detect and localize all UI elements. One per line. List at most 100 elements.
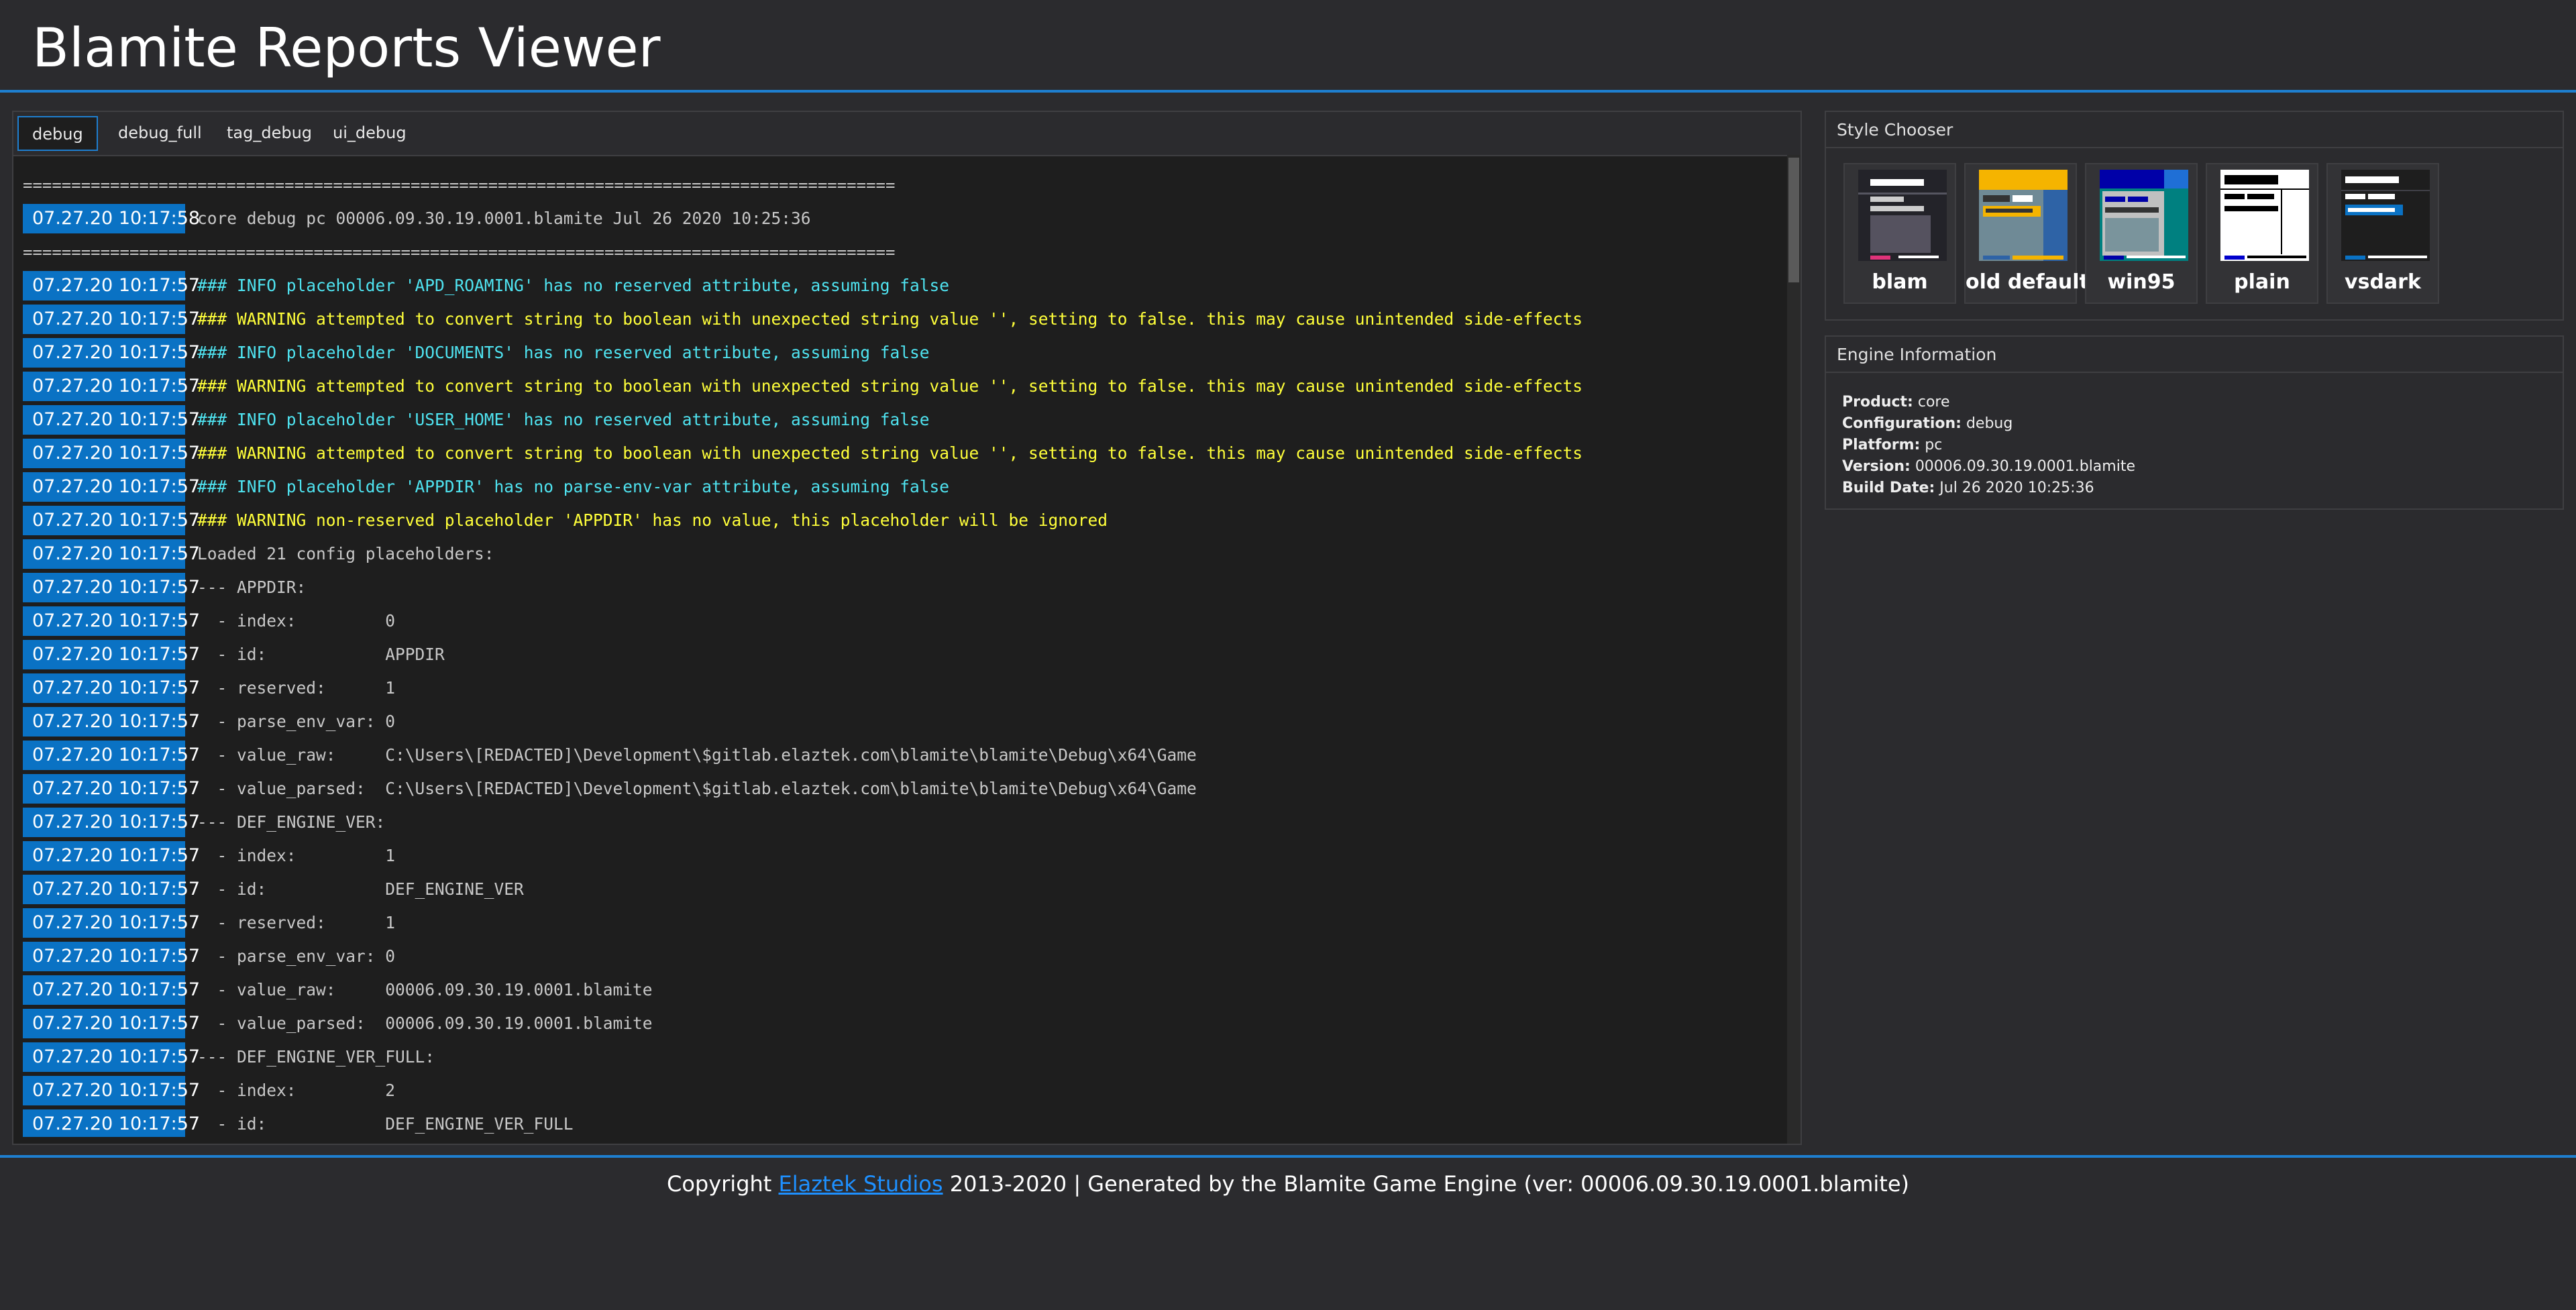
vsdark-style-preview-icon: [2341, 170, 2430, 261]
log-timestamp: 07.27.20 10:17:57: [23, 405, 200, 435]
log-message: - parse_env_var: 0: [197, 946, 396, 966]
log-message: --- APPDIR:: [197, 578, 307, 597]
log-row: 07.27.20 10:17:57 - value_raw: 00006.09.…: [23, 973, 1787, 1007]
log-row: 07.27.20 10:17:57 ### WARNING non-reserve…: [23, 504, 1787, 537]
log-timestamp: 07.27.20 10:17:58: [23, 204, 200, 233]
style-option-plain[interactable]: plain: [2206, 163, 2318, 304]
elaztek-studios-link[interactable]: Elaztek Studios: [779, 1171, 943, 1197]
engine-info-value: debug: [1966, 415, 2013, 432]
log-scrollbar[interactable]: [1787, 155, 1801, 1144]
style-option-vsdark[interactable]: vsdark: [2326, 163, 2439, 304]
engine-info-platform: Platform: pc: [1842, 435, 2563, 456]
engine-info-list: Product: core Configuration: debug Platf…: [1826, 373, 2563, 499]
log-message: - reserved: 1: [197, 913, 396, 932]
log-message: --- DEF_ENGINE_VER_FULL:: [197, 1047, 435, 1067]
log-timestamp: 07.27.20 10:17:57: [23, 338, 200, 368]
log-row: 07.27.20 10:17:57 ### WARNING attempted t…: [23, 303, 1787, 336]
log-timestamp: 07.27.20 10:17:57: [23, 1076, 200, 1105]
log-timestamp: 07.27.20 10:17:57: [23, 908, 200, 938]
old-default-style-preview-icon: [1979, 170, 2068, 261]
log-row: 07.27.20 10:17:57 - id: DEF_ENGINE_VER_F…: [23, 1107, 1787, 1137]
log-row: 07.27.20 10:17:57 - parse_env_var: 0: [23, 940, 1787, 973]
engine-info-product: Product: core: [1842, 392, 2563, 413]
log-scrollbar-thumb[interactable]: [1788, 158, 1799, 282]
style-chooser-panel: Style Chooser blam old default win95 pla…: [1825, 111, 2564, 321]
engine-info-value: 00006.09.30.19.0001.blamite: [1915, 458, 2135, 475]
log-timestamp: 07.27.20 10:17:57: [23, 975, 200, 1005]
style-option-old-default[interactable]: old default: [1964, 163, 2089, 304]
log-timestamp: 07.27.20 10:17:57: [23, 439, 200, 468]
log-timestamp: 07.27.20 10:17:57: [23, 707, 200, 736]
log-timestamp: 07.27.20 10:17:57: [23, 1009, 200, 1038]
log-timestamp: 07.27.20 10:17:57: [23, 1042, 200, 1072]
log-row: 07.27.20 10:17:57 - reserved: 1: [23, 671, 1787, 705]
footer-suffix: 2013-2020 | Generated by the Blamite Gam…: [943, 1171, 1910, 1197]
style-label-blam: blam: [1872, 270, 1928, 294]
log-message: - id: APPDIR: [197, 645, 445, 664]
engine-info-title: Engine Information: [1826, 337, 2563, 373]
engine-info-panel: Engine Information Product: core Configu…: [1825, 335, 2564, 510]
tab-tag-debug[interactable]: tag_debug: [213, 116, 325, 151]
page-footer: Copyright Elaztek Studios 2013-2020 | Ge…: [0, 1155, 2576, 1310]
page-title: Blamite Reports Viewer: [32, 17, 661, 79]
log-message: ### INFO placeholder 'USER_HOME' has no …: [197, 410, 930, 429]
log-message: - value_raw: 00006.09.30.19.0001.blamite: [197, 980, 653, 999]
log-timestamp: 07.27.20 10:17:57: [23, 372, 200, 401]
footer-text: Copyright Elaztek Studios 2013-2020 | Ge…: [0, 1171, 2576, 1197]
log-message: ### WARNING non-reserved placeholder 'AP…: [197, 510, 1108, 530]
page-header: Blamite Reports Viewer: [0, 0, 2576, 93]
engine-info-key: Platform:: [1842, 437, 1921, 453]
log-timestamp: 07.27.20 10:17:57: [23, 606, 200, 636]
log-timestamp: 07.27.20 10:17:57: [23, 539, 200, 569]
log-message: - index: 2: [197, 1081, 396, 1100]
log-message: ### INFO placeholder 'DOCUMENTS' has no …: [197, 343, 930, 362]
footer-prefix: Copyright: [666, 1171, 779, 1197]
log-message: - index: 1: [197, 846, 396, 865]
log-row: 07.27.20 10:17:57 ### INFO placeholder 'A…: [23, 269, 1787, 303]
log-separator: ========================================…: [23, 243, 896, 262]
log-row: 07.27.20 10:17:57 ### INFO placeholder 'A…: [23, 470, 1787, 504]
log-timestamp: 07.27.20 10:17:57: [23, 271, 200, 301]
engine-info-key: Build Date:: [1842, 480, 1935, 496]
style-label-old-default: old default: [1966, 270, 2089, 294]
engine-info-key: Product:: [1842, 394, 1913, 411]
log-row: 07.27.20 10:17:57 ### WARNING attempted t…: [23, 370, 1787, 403]
engine-info-key: Version:: [1842, 458, 1911, 475]
log-message: - value_raw: C:\Users\[REDACTED]\Develop…: [197, 745, 1197, 765]
log-row: 07.27.20 10:17:57 - value_parsed: 00006.…: [23, 1007, 1787, 1040]
style-option-win95[interactable]: win95: [2085, 163, 2198, 304]
plain-style-preview-icon: [2220, 170, 2309, 261]
engine-info-version: Version: 00006.09.30.19.0001.blamite: [1842, 456, 2563, 478]
tab-ui-debug[interactable]: ui_debug: [319, 116, 420, 151]
log-timestamp: 07.27.20 10:17:57: [23, 673, 200, 703]
log-row: 07.27.20 10:17:57 ### WARNING attempted t…: [23, 437, 1787, 470]
log-row: 07.27.20 10:17:57 ### INFO placeholder 'D…: [23, 336, 1787, 370]
log-timestamp: 07.27.20 10:17:57: [23, 305, 200, 334]
log-message: - parse_env_var: 0: [197, 712, 396, 731]
log-message: - index: 0: [197, 611, 396, 631]
win95-style-preview-icon: [2100, 170, 2188, 261]
tab-debug[interactable]: debug: [17, 116, 98, 151]
log-message: - value_parsed: C:\Users\[REDACTED]\Deve…: [197, 779, 1197, 798]
log-timestamp: 07.27.20 10:17:57: [23, 506, 200, 535]
engine-info-configuration: Configuration: debug: [1842, 413, 2563, 435]
engine-info-value: core: [1917, 394, 1950, 411]
log-timestamp: 07.27.20 10:17:57: [23, 640, 200, 669]
tab-debug-full[interactable]: debug_full: [105, 116, 215, 151]
log-timestamp: 07.27.20 10:17:57: [23, 942, 200, 971]
log-row: 07.27.20 10:17:57 --- DEF_ENGINE_VER:: [23, 806, 1787, 839]
log-timestamp: 07.27.20 10:17:57: [23, 808, 200, 837]
log-row: 07.27.20 10:17:57 - reserved: 1: [23, 906, 1787, 940]
log-timestamp: 07.27.20 10:17:57: [23, 875, 200, 904]
log-row: 07.27.20 10:17:57 Loaded 21 config placeh…: [23, 537, 1787, 571]
log-message: - reserved: 1: [197, 678, 396, 698]
log-row: 07.27.20 10:17:57 - index: 0: [23, 604, 1787, 638]
engine-info-value: pc: [1925, 437, 1943, 453]
style-label-win95: win95: [2107, 270, 2176, 294]
log-message: Loaded 21 config placeholders:: [197, 544, 494, 563]
engine-info-key: Configuration:: [1842, 415, 1962, 432]
style-label-plain: plain: [2234, 270, 2290, 294]
style-option-blam[interactable]: blam: [1843, 163, 1956, 304]
engine-info-build-date: Build Date: Jul 26 2020 10:25:36: [1842, 478, 2563, 499]
log-row: 07.27.20 10:17:57 --- APPDIR:: [23, 571, 1787, 604]
